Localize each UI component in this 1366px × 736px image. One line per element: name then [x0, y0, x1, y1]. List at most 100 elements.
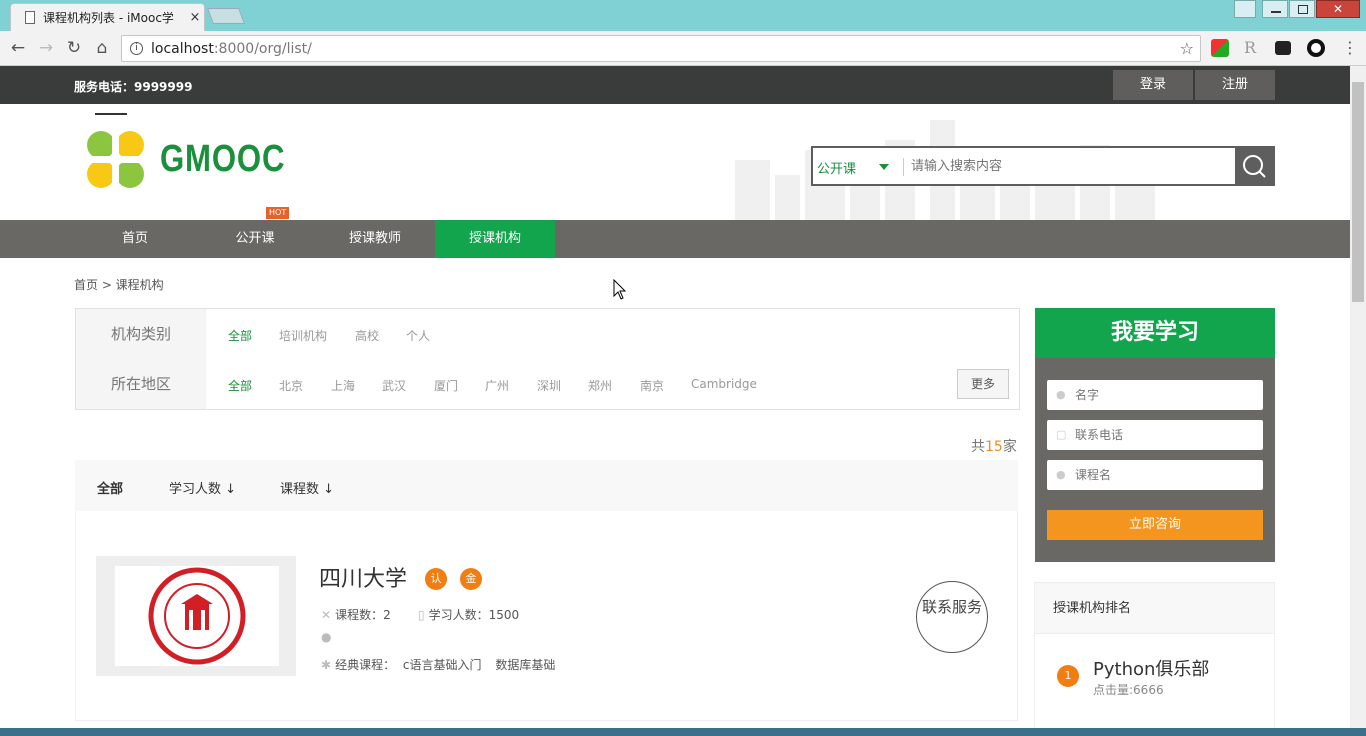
minimize-button[interactable]	[1262, 0, 1288, 18]
document-icon: ▯	[418, 608, 425, 622]
register-button[interactable]: 注册	[1195, 70, 1275, 100]
extension-box-icon[interactable]	[1275, 41, 1291, 55]
extension-color-icon[interactable]	[1211, 39, 1229, 57]
clover-logo-icon	[86, 130, 146, 190]
course-field-wrap: ●	[1047, 460, 1263, 490]
org-count: 共15家	[971, 439, 1017, 455]
region-option[interactable]: 上海	[331, 377, 355, 394]
home-icon[interactable]: ⌂	[90, 37, 114, 59]
login-button[interactable]: 登录	[1113, 70, 1193, 100]
region-option[interactable]: 深圳	[537, 377, 561, 394]
tools-icon: ✕	[321, 608, 332, 622]
phone-icon: ▢	[1056, 428, 1067, 441]
org-ranking-panel: 授课机构排名 1 Python俱乐部 点击量:6666	[1034, 582, 1275, 736]
nav-item-home[interactable]: 首页	[75, 220, 195, 258]
student-count: 学习人数：1500	[428, 608, 520, 622]
maximize-button[interactable]	[1289, 0, 1315, 18]
chevron-down-icon[interactable]	[879, 164, 889, 170]
scrollbar-thumb[interactable]	[1352, 82, 1364, 302]
rank-medal-icon: 1	[1057, 665, 1079, 687]
sort-bar: 全部 学习人数 ↓ 课程数 ↓	[75, 460, 1018, 511]
region-option[interactable]: 厦门	[434, 377, 458, 394]
name-field-wrap: ●	[1047, 380, 1263, 410]
address-bar[interactable]: i localhost:8000/org/list/ ☆	[121, 35, 1201, 62]
phone-field-wrap: ▢	[1047, 420, 1263, 450]
info-icon[interactable]: i	[130, 42, 143, 55]
region-option[interactable]: 武汉	[382, 377, 406, 394]
breadcrumb[interactable]: 首页 > 课程机构	[74, 276, 164, 293]
new-tab-button[interactable]	[207, 8, 245, 24]
org-logo-image[interactable]	[96, 556, 296, 676]
forward-arrow-icon[interactable]: →	[34, 37, 58, 59]
sort-by-students-tab[interactable]: 学习人数 ↓	[169, 478, 236, 497]
course-field[interactable]	[1075, 465, 1255, 485]
region-option[interactable]: Cambridge	[691, 377, 757, 391]
main-nav: 首页 公开课 授课教师 授课机构	[0, 220, 1350, 258]
course-count: 课程数：2	[335, 608, 391, 622]
contact-service-button[interactable]: 联系服务	[916, 581, 988, 653]
nav-item-teachers[interactable]: 授课教师	[315, 220, 435, 258]
search-button[interactable]	[1235, 148, 1273, 184]
browser-tab[interactable]: 课程机构列表 - iMooc学 ×	[10, 3, 205, 31]
classic-course-label: 经典课程：	[335, 658, 396, 672]
gold-badge-icon: 金	[460, 568, 482, 590]
mouse-cursor-icon	[613, 279, 627, 300]
ranking-title: 授课机构排名	[1035, 583, 1274, 634]
user-icon: ●	[1056, 388, 1066, 401]
url-host: localhost	[151, 40, 214, 57]
category-option[interactable]: 培训机构	[279, 327, 327, 344]
reload-icon[interactable]: ↻	[62, 37, 86, 59]
search-box: 公开课	[811, 146, 1275, 186]
menu-kebab-icon[interactable]: ⋮	[1341, 39, 1359, 57]
search-input[interactable]	[911, 156, 1211, 176]
ranking-hits: 点击量:6666	[1093, 683, 1164, 697]
region-option[interactable]: 全部	[228, 377, 252, 394]
classic-course-link[interactable]: 数据库基础	[495, 658, 555, 672]
close-window-button[interactable]: ✕	[1316, 0, 1360, 18]
consult-submit-button[interactable]: 立即咨询	[1047, 510, 1263, 540]
region-option[interactable]: 郑州	[588, 377, 612, 394]
hot-badge: HOT	[266, 207, 290, 219]
user-profile-icon[interactable]	[1234, 0, 1256, 18]
service-phone: 服务电话：9999999	[74, 80, 193, 94]
active-tab-underline	[95, 113, 127, 115]
back-arrow-icon[interactable]: ←	[6, 37, 30, 59]
tab-close-icon[interactable]: ×	[186, 10, 204, 25]
category-option[interactable]: 个人	[406, 327, 430, 344]
search-icon	[1243, 155, 1266, 178]
os-taskbar	[0, 728, 1366, 736]
site-header: GMOOC 公开课	[0, 104, 1350, 220]
filter-panel: 机构类别 所在地区 全部 培训机构 高校 个人 全部 北京 上海 武汉 厦门 广…	[75, 308, 1020, 410]
extension-circle-icon[interactable]	[1307, 39, 1325, 57]
sichuan-university-seal-icon	[148, 567, 246, 665]
medal-icon: ✱	[321, 658, 332, 672]
sort-all-tab[interactable]: 全部	[97, 478, 123, 497]
sort-by-courses-tab[interactable]: 课程数 ↓	[280, 478, 334, 497]
extension-r-icon[interactable]: R	[1241, 39, 1259, 57]
location-pin-icon: ●	[321, 630, 332, 644]
classic-course-link[interactable]: c语言基础入门	[403, 658, 482, 672]
nav-item-orgs[interactable]: 授课机构	[435, 220, 555, 258]
location-pin-icon: ●	[1056, 468, 1066, 481]
tab-title: 课程机构列表 - iMooc学	[43, 11, 174, 25]
category-option[interactable]: 全部	[228, 327, 252, 344]
search-category-select[interactable]: 公开课	[817, 158, 856, 177]
region-option[interactable]: 北京	[279, 377, 303, 394]
org-name[interactable]: 四川大学	[319, 561, 407, 593]
org-count-number: 15	[985, 439, 1003, 455]
more-regions-button[interactable]: 更多	[957, 369, 1009, 399]
page-scrollbar[interactable]	[1350, 66, 1366, 736]
ranking-org-name[interactable]: Python俱乐部	[1093, 655, 1209, 681]
url-path: :8000/org/list/	[213, 40, 312, 57]
phone-field[interactable]	[1075, 425, 1255, 445]
region-option[interactable]: 南京	[640, 377, 664, 394]
browser-toolbar: ← → ↻ ⌂ i localhost:8000/org/list/ ☆ R ⋮	[0, 31, 1366, 66]
region-filter-label: 所在地区	[76, 359, 206, 409]
category-option[interactable]: 高校	[355, 327, 379, 344]
top-bar: 服务电话：9999999 登录 注册	[0, 66, 1350, 104]
region-option[interactable]: 广州	[485, 377, 509, 394]
org-list-item: 四川大学 认 金 ✕ 课程数：2 ▯ 学习人数：1500 ● ✱ 经典课程： c语言基…	[75, 511, 1018, 721]
name-field[interactable]	[1075, 385, 1255, 405]
nav-item-courses[interactable]: 公开课	[195, 220, 315, 258]
bookmark-star-icon[interactable]: ☆	[1180, 39, 1194, 58]
